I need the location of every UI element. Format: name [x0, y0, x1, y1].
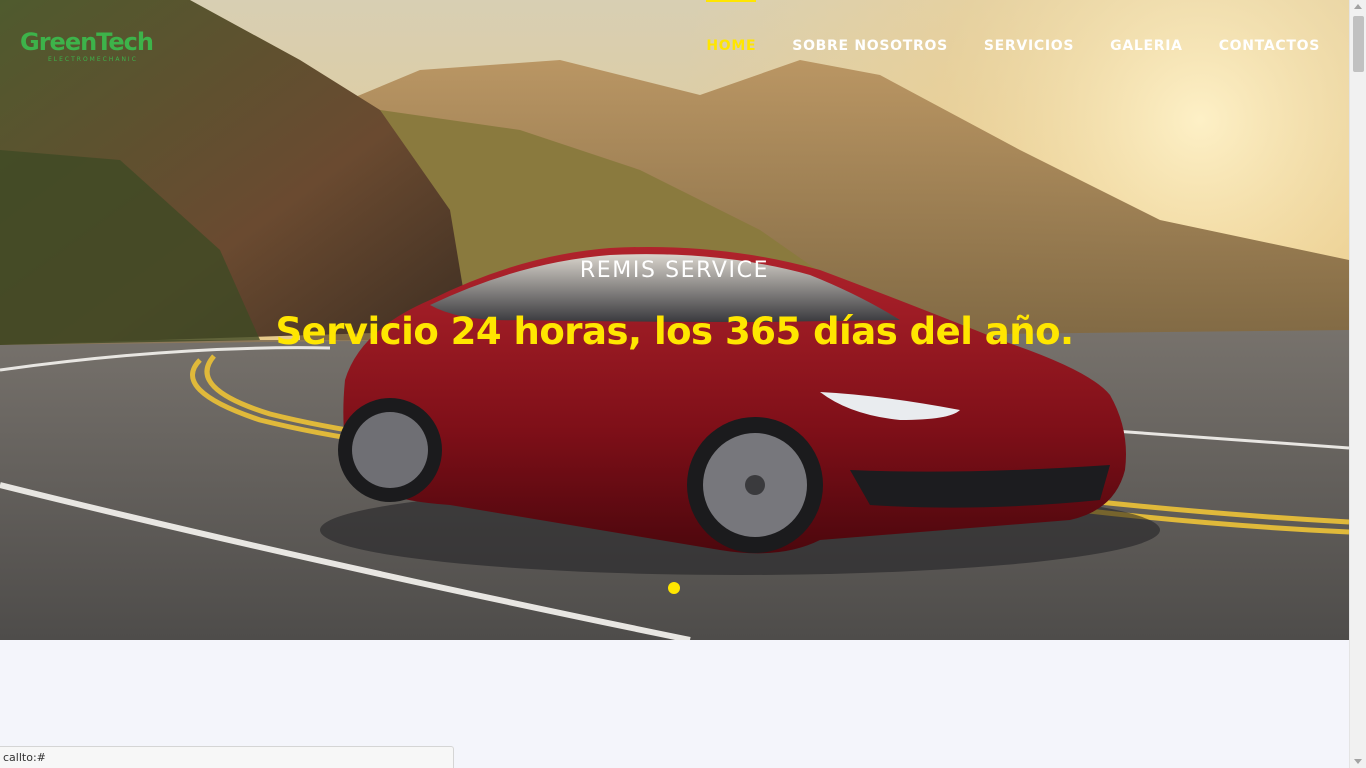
logo-tagline: ELECTROMECHANIC	[48, 56, 138, 63]
hero-subtitle: REMIS SERVICE	[579, 258, 770, 283]
page: GreenTech ELECTROMECHANIC HOME SOBRE NOS…	[0, 0, 1349, 768]
browser-status-bar: callto:#	[0, 746, 454, 768]
nav-sobre-nosotros[interactable]: SOBRE NOSOTROS	[792, 0, 948, 54]
nav-contactos[interactable]: CONTACTOS	[1219, 0, 1320, 54]
hero-slider: GreenTech ELECTROMECHANIC HOME SOBRE NOS…	[0, 0, 1349, 640]
nav-galeria[interactable]: GALERIA	[1110, 0, 1183, 54]
scrollbar-thumb[interactable]	[1353, 16, 1364, 72]
vertical-scrollbar[interactable]	[1349, 0, 1366, 768]
nav-home[interactable]: HOME	[706, 0, 757, 54]
main-nav: HOME SOBRE NOSOTROS SERVICIOS GALERIA CO…	[670, 0, 1320, 94]
logo-name: GreenTech	[20, 28, 154, 56]
logo[interactable]: GreenTech ELECTROMECHANIC	[20, 28, 154, 64]
hero-title: Servicio 24 horas, los 365 días del año.	[275, 310, 1074, 353]
scroll-down-arrow-icon[interactable]	[1354, 759, 1362, 764]
slider-dot-active[interactable]	[668, 582, 680, 594]
nav-servicios[interactable]: SERVICIOS	[984, 0, 1074, 54]
scroll-up-arrow-icon[interactable]	[1354, 4, 1362, 9]
